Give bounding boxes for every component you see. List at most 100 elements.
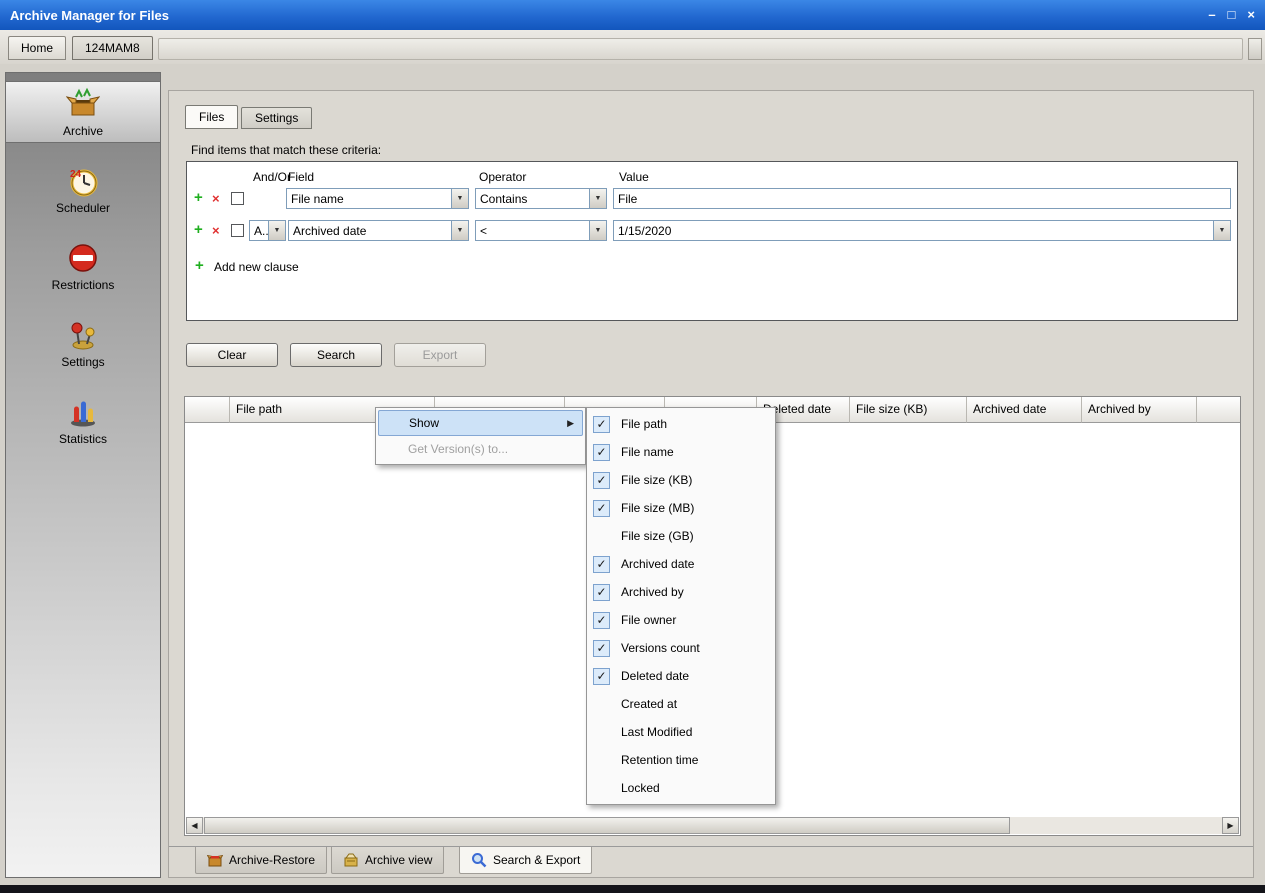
nav-tab-home[interactable]: Home: [8, 36, 66, 60]
horizontal-scrollbar[interactable]: ◀ ▶: [186, 817, 1239, 834]
field-select-row2[interactable]: Archived date ▼: [288, 220, 469, 241]
check-icon: ✓: [596, 445, 606, 459]
scroll-right-button[interactable]: ▶: [1222, 817, 1239, 834]
delete-clause-icon[interactable]: ×: [212, 191, 220, 206]
chevron-down-icon[interactable]: ▼: [589, 221, 606, 240]
check-icon: ✓: [596, 501, 606, 515]
window-title: Archive Manager for Files: [10, 8, 169, 23]
operator-select-row2-value: <: [476, 224, 589, 238]
context-menu: Show ▶ Get Version(s) to...: [375, 407, 586, 465]
tab-files[interactable]: Files: [185, 105, 238, 129]
search-icon: [471, 852, 487, 868]
add-clause-icon[interactable]: +: [194, 222, 203, 237]
maximize-button[interactable]: □: [1228, 0, 1236, 30]
nav-tab-strip: Home 124MAM8: [0, 30, 1265, 64]
scroll-left-button[interactable]: ◀: [186, 817, 203, 834]
checkbox-checked-icon: ✓: [593, 472, 610, 489]
title-bar: Archive Manager for Files – □ ×: [0, 0, 1265, 30]
operator-select-row1-value: Contains: [476, 192, 589, 206]
checkbox-checked-icon: ✓: [593, 584, 610, 601]
tab-settings[interactable]: Settings: [241, 107, 312, 129]
column-header-archived-by[interactable]: Archived by: [1082, 397, 1197, 423]
chevron-down-icon[interactable]: ▼: [589, 189, 606, 208]
column-menu-item-deleted-date[interactable]: ✓ Deleted date: [589, 662, 773, 690]
column-menu-item-retention-time[interactable]: ✓ Retention time: [589, 746, 773, 774]
column-menu-item-file-name[interactable]: ✓ File name: [589, 438, 773, 466]
column-menu-item-locked[interactable]: ✓ Locked: [589, 774, 773, 802]
sidebar-item-scheduler[interactable]: 24 Scheduler: [6, 158, 160, 220]
column-menu-item-archived-by[interactable]: ✓ Archived by: [589, 578, 773, 606]
field-select-row1[interactable]: File name ▼: [286, 188, 469, 209]
tab-strip-end: [1248, 38, 1262, 60]
tab-archive-view[interactable]: Archive view: [331, 847, 444, 874]
context-menu-item-get-versions: Get Version(s) to...: [378, 436, 583, 462]
column-menu-item-file-size-gb[interactable]: ✓ File size (GB): [589, 522, 773, 550]
sidebar-item-restrictions[interactable]: Restrictions: [6, 235, 160, 297]
add-clause-icon[interactable]: +: [195, 258, 204, 273]
check-icon: ✓: [596, 669, 606, 683]
svg-text:24: 24: [70, 169, 82, 180]
close-button[interactable]: ×: [1247, 0, 1255, 30]
scrollbar-thumb[interactable]: [204, 817, 1010, 834]
tab-archive-view-label: Archive view: [365, 853, 432, 867]
add-clause-icon[interactable]: +: [194, 190, 203, 205]
column-menu-item-file-path[interactable]: ✓ File path: [589, 410, 773, 438]
column-menu-item-file-size-mb[interactable]: ✓ File size (MB): [589, 494, 773, 522]
value-input-row1[interactable]: File: [613, 188, 1231, 209]
checkbox-checked-icon: ✓: [593, 444, 610, 461]
context-menu-item-show[interactable]: Show ▶: [378, 410, 583, 436]
check-icon: ✓: [596, 417, 606, 431]
clear-button[interactable]: Clear: [186, 343, 278, 367]
add-new-clause-link[interactable]: Add new clause: [214, 260, 299, 274]
column-header-filler: [1197, 397, 1240, 423]
check-icon: ✓: [596, 585, 606, 599]
sidebar: Archive 24 Scheduler Restrictions Settin…: [5, 72, 161, 878]
column-menu-item-file-size-kb[interactable]: ✓ File size (KB): [589, 466, 773, 494]
clause-checkbox[interactable]: [231, 224, 244, 237]
column-header-select[interactable]: [185, 397, 230, 423]
sidebar-item-archive-label: Archive: [63, 124, 103, 138]
andor-select-row2-value: A...: [250, 224, 268, 238]
sidebar-item-scheduler-label: Scheduler: [56, 201, 110, 215]
column-menu-item-file-owner[interactable]: ✓ File owner: [589, 606, 773, 634]
column-menu-item-last-modified[interactable]: ✓ Last Modified: [589, 718, 773, 746]
checkbox-checked-icon: ✓: [593, 640, 610, 657]
column-menu-item-versions-count[interactable]: ✓ Versions count: [589, 634, 773, 662]
tab-search-export[interactable]: Search & Export: [459, 847, 592, 874]
nav-tab-124mam8[interactable]: 124MAM8: [72, 36, 153, 60]
operator-select-row2[interactable]: < ▼: [475, 220, 607, 241]
nav-tab-home-label: Home: [21, 41, 53, 55]
submenu-arrow-icon: ▶: [567, 418, 574, 429]
field-select-row2-value: Archived date: [289, 224, 451, 238]
chevron-down-icon[interactable]: ▼: [268, 221, 285, 240]
window-bottom-edge: [0, 885, 1265, 893]
export-button: Export: [394, 343, 486, 367]
sidebar-item-statistics[interactable]: Statistics: [6, 389, 160, 451]
criteria-title: Find items that match these criteria:: [191, 143, 381, 157]
nav-tab-124mam8-label: 124MAM8: [85, 41, 140, 55]
search-button[interactable]: Search: [290, 343, 382, 367]
clause-checkbox[interactable]: [231, 192, 244, 205]
checkbox-checked-icon: ✓: [593, 416, 610, 433]
delete-clause-icon[interactable]: ×: [212, 223, 220, 238]
statistics-icon: [66, 395, 100, 429]
value-select-row2[interactable]: 1/15/2020 ▼: [613, 220, 1231, 241]
chevron-down-icon[interactable]: ▼: [451, 221, 468, 240]
criteria-header-andor: And/Or: [253, 170, 291, 184]
column-header-file-size-kb[interactable]: File size (KB): [850, 397, 967, 423]
operator-select-row1[interactable]: Contains ▼: [475, 188, 607, 209]
check-icon: ✓: [596, 613, 606, 627]
column-menu-item-archived-date[interactable]: ✓ Archived date: [589, 550, 773, 578]
andor-select-row2[interactable]: A... ▼: [249, 220, 286, 241]
criteria-header-field: Field: [288, 170, 314, 184]
minimize-button[interactable]: –: [1208, 0, 1215, 30]
chevron-down-icon[interactable]: ▼: [1213, 221, 1230, 240]
value-input-row1-value: File: [618, 192, 637, 206]
chevron-down-icon[interactable]: ▼: [451, 189, 468, 208]
column-menu-item-created-at[interactable]: ✓ Created at: [589, 690, 773, 718]
tab-archive-restore[interactable]: Archive-Restore: [195, 847, 327, 874]
column-header-archived-date[interactable]: Archived date: [967, 397, 1082, 423]
sidebar-item-archive[interactable]: Archive: [6, 81, 160, 143]
sidebar-item-settings[interactable]: Settings: [6, 312, 160, 374]
restrictions-icon: [66, 241, 100, 275]
